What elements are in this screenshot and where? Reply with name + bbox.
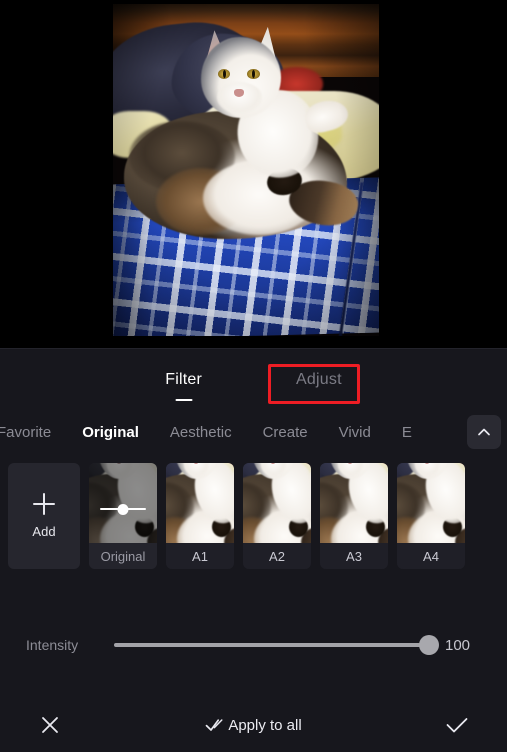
category-favorite[interactable]: Favorite [0,424,51,441]
filter-category-scroller[interactable]: Favorite Original Aesthetic Create Vivid… [0,424,412,441]
filter-tile-a4[interactable]: A4 [397,463,465,569]
filter-label-a2: A2 [243,543,311,569]
double-check-icon [205,719,223,731]
mode-tab-bar: Filter Adjust [0,349,507,411]
category-e[interactable]: E [402,424,412,441]
edit-panel: Filter Adjust Favorite Original Aestheti… [0,348,507,752]
filter-label-a1: A1 [166,543,234,569]
category-vivid[interactable]: Vivid [339,424,371,441]
filter-thumb-a4 [397,463,465,543]
filter-mini-slider[interactable] [100,503,146,515]
filter-thumb-image [320,463,388,543]
cancel-button[interactable] [22,703,78,747]
filter-tile-original[interactable]: Original [89,463,157,569]
photo-top-border [113,0,379,4]
plus-icon [33,493,55,515]
intensity-control-row: Intensity 100 [0,619,507,671]
category-right-fade [441,411,467,453]
filter-thumb-image [397,463,465,543]
photo-composition [113,0,379,336]
filter-tile-a3[interactable]: A3 [320,463,388,569]
tab-filter-label: Filter [165,371,203,388]
tab-active-underline [175,398,193,401]
filter-thumb-image [243,463,311,543]
apply-to-all-button[interactable]: Apply to all [205,716,302,734]
filter-thumb-a1 [166,463,234,543]
filter-thumb-a3 [320,463,388,543]
tab-adjust-label: Adjust [296,371,342,388]
filter-thumb-image [166,463,234,543]
bottom-action-bar: Apply to all [0,698,507,752]
close-icon [42,717,58,733]
category-expand-button[interactable] [467,415,501,449]
check-icon [446,718,468,733]
tab-filter[interactable]: Filter [155,365,212,401]
photo-preview-image[interactable] [113,0,379,336]
add-filter-button[interactable]: Add [8,463,80,569]
intensity-slider[interactable] [114,633,439,657]
intensity-slider-knob[interactable] [419,635,439,655]
filter-label-a4: A4 [397,543,465,569]
category-create[interactable]: Create [263,424,308,441]
intensity-slider-track [114,643,429,647]
category-aesthetic[interactable]: Aesthetic [170,424,232,441]
mini-slider-knob[interactable] [117,503,129,515]
filter-thumbnail-strip[interactable]: Add Original A1 A2 A3 A4 [0,463,507,583]
filter-tile-a2[interactable]: A2 [243,463,311,569]
filter-label-a3: A3 [320,543,388,569]
filter-thumb-a2 [243,463,311,543]
tab-adjust[interactable]: Adjust [286,365,352,395]
chevron-up-icon [478,428,490,436]
filter-category-row: Favorite Original Aesthetic Create Vivid… [0,411,507,453]
add-filter-label: Add [32,524,56,539]
filter-tile-a1[interactable]: A1 [166,463,234,569]
filter-label-original: Original [89,543,157,569]
photo-vignette [113,0,379,336]
intensity-label: Intensity [26,637,79,653]
apply-to-all-label: Apply to all [228,716,302,734]
category-original[interactable]: Original [82,424,139,441]
intensity-value: 100 [445,636,471,654]
photo-filter-editor-screen: Filter Adjust Favorite Original Aestheti… [0,0,507,752]
confirm-button[interactable] [429,703,485,747]
photo-preview-area [0,0,507,348]
